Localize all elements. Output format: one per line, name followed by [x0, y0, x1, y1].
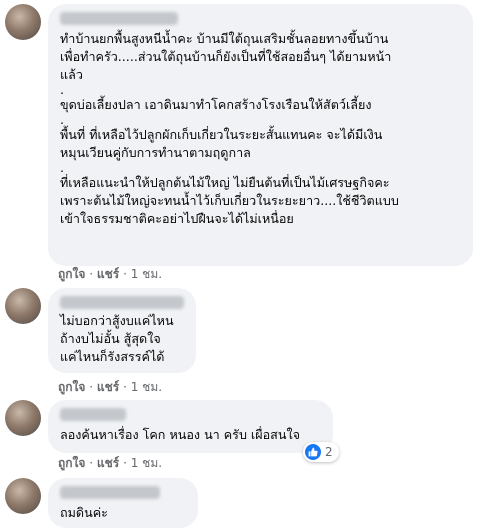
avatar[interactable] [5, 4, 41, 40]
like-icon [305, 444, 321, 460]
comment-text-line: ทำบ้านยกพื้นสูงหนีน้ำคะ บ้านมีใต้ถุนเสริ… [60, 31, 389, 46]
comment-text-line: ไม่บอกว่าสู้งบแค่ไหน [60, 313, 174, 328]
comment-text-line: ถมดินค่ะ [60, 505, 108, 520]
comment-text-line: พื้นที่ ที่เหลือไว้ปลูกผักเก็บเกี่ยวในระ… [60, 127, 383, 142]
comment-text-line: . [60, 160, 65, 175]
like-link[interactable]: ถูกใจ [58, 379, 85, 395]
avatar[interactable] [5, 288, 41, 324]
comment-author-name[interactable] [60, 486, 160, 499]
reaction-summary[interactable]: 2 [303, 442, 339, 462]
comment-bubble: ลองค้นหาเรื่อง โคก หนอง นา ครับ เผื่อสนใ… [48, 400, 333, 453]
comment-text-line: แค่ไหนก็รังสรรค์ได้ [60, 349, 165, 364]
share-link[interactable]: แชร์ [97, 455, 119, 471]
comment-text-line: เข้าใจธรรมชาติคะอย่าไปฝืนจะได้ไม่เหนื่อย [60, 211, 294, 226]
comment-text-line: ที่เหลือแนะนำให้ปลูกต้นไม้ใหญ่ ไม่ยืนต้น… [60, 175, 390, 190]
comment-timestamp[interactable]: 1 ชม. [131, 455, 162, 471]
comment-bubble: ไม่บอกว่าสู้งบแค่ไหน ถ้างบไม่อั้น สู้สุด… [48, 288, 196, 373]
comment-bubble: ทำบ้านยกพื้นสูงหนีน้ำคะ บ้านมีใต้ถุนเสริ… [48, 4, 473, 266]
comment-text-line: แล้ว [60, 67, 83, 82]
like-link[interactable]: ถูกใจ [58, 455, 85, 471]
like-link[interactable]: ถูกใจ [58, 266, 85, 282]
comment-text-line: ขุดบ่อเลี้ยงปลา เอาดินมาทำโคกสร้างโรงเรื… [60, 97, 372, 112]
comment-text-line: . [60, 112, 65, 127]
share-link[interactable]: แชร์ [97, 266, 119, 282]
comment-text-line: เพราะต้นไม้ใหญ่จะทนน้ำไว้เก็บเกี่ยวในระย… [60, 193, 399, 208]
comment-author-name[interactable] [60, 296, 184, 309]
comment-text-line: เพื่อทำครัว.....ส่วนใต้ถุนบ้านก็ยังเป็นท… [60, 49, 392, 64]
comment-timestamp[interactable]: 1 ชม. [131, 266, 162, 282]
comment-author-name[interactable] [60, 12, 178, 25]
comment-author-name[interactable] [60, 408, 126, 421]
comment-text-line: ถ้างบไม่อั้น สู้สุดใจ [60, 331, 161, 346]
avatar[interactable] [5, 400, 41, 436]
comment-text-line: หมุนเวียนคู่กับการทำนาตามฤดูกาล [60, 145, 251, 160]
comment-actions: ถูกใจ · แชร์ · 1 ชม. [58, 266, 163, 282]
avatar[interactable] [5, 478, 41, 514]
comment-timestamp[interactable]: 1 ชม. [131, 379, 162, 395]
comment-text-line: ลองค้นหาเรื่อง โคก หนอง นา ครับ เผื่อสนใ… [60, 427, 301, 442]
comment-actions: ถูกใจ · แชร์ · 1 ชม. [58, 455, 163, 471]
share-link[interactable]: แชร์ [97, 379, 119, 395]
comment-bubble: ถมดินค่ะ [48, 478, 198, 528]
comment-text-line: . [60, 82, 65, 97]
reaction-count: 2 [325, 445, 333, 459]
comment-actions: ถูกใจ · แชร์ · 1 ชม. [58, 379, 163, 395]
